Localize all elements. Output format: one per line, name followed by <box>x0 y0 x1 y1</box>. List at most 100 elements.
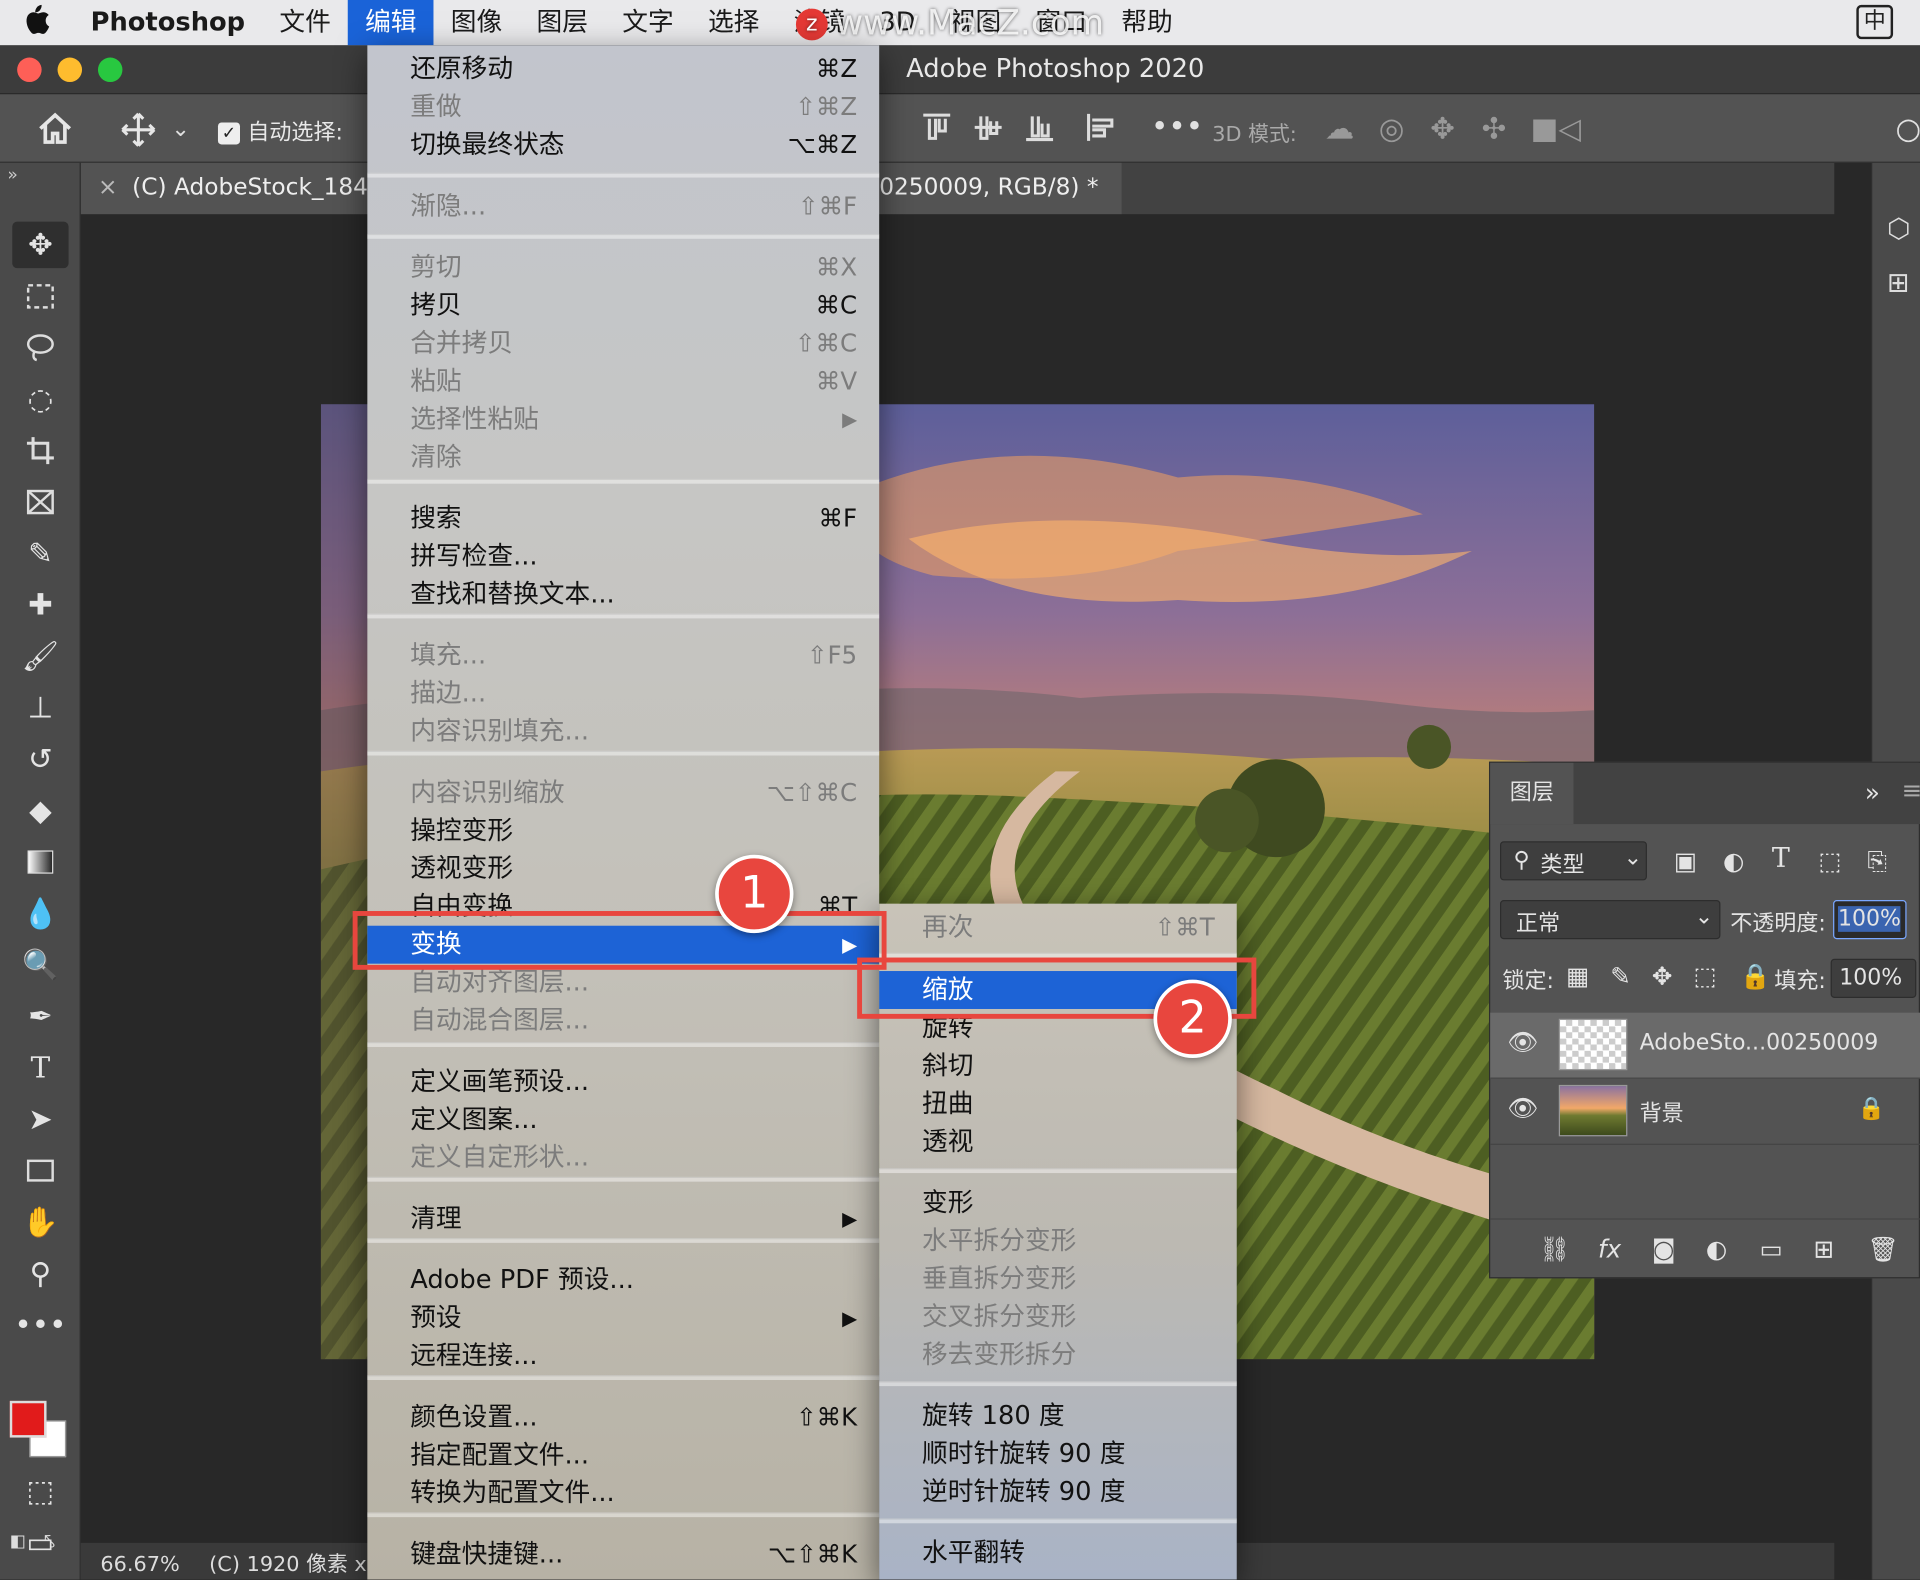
edit-menu-item[interactable]: 定义画笔预设... <box>367 1063 879 1101</box>
fx-icon[interactable]: fx <box>1598 1234 1621 1263</box>
menu-edit[interactable]: 编辑 <box>347 0 434 46</box>
filter-image-icon[interactable]: ▣ <box>1674 846 1697 875</box>
filter-type-icon[interactable]: T <box>1772 844 1790 875</box>
menu-type[interactable]: 文字 <box>605 0 691 45</box>
menu-layer[interactable]: 图层 <box>519 0 605 45</box>
edit-menu-item[interactable]: 定义图案... <box>367 1101 879 1139</box>
brush-tool[interactable]: 🖌 <box>12 633 68 680</box>
healing-brush-tool[interactable]: ✚ <box>12 582 68 629</box>
filter-smart-object-icon[interactable]: ⎘ <box>1867 846 1887 875</box>
input-method-icon[interactable]: 中 <box>1856 4 1894 40</box>
foreground-color-swatch[interactable] <box>9 1400 47 1438</box>
transform-submenu-item[interactable]: 顺时针旋转 90 度 <box>879 1435 1237 1473</box>
chevron-down-icon[interactable]: ⌄ <box>171 116 189 142</box>
edit-menu-item[interactable]: 转换为配置文件... <box>367 1474 879 1512</box>
screen-mode-tool[interactable]: ▭ <box>12 1520 68 1567</box>
clone-stamp-tool[interactable]: ⊥ <box>12 684 68 731</box>
edit-menu-item[interactable]: 清理 ▶ <box>367 1200 879 1238</box>
align-bottom-icon[interactable] <box>1024 111 1056 150</box>
eye-icon[interactable]: 👁 <box>1507 1027 1538 1056</box>
search-icon[interactable]: ○ <box>1896 111 1920 145</box>
3d-pan-icon[interactable]: ✥ <box>1430 111 1455 145</box>
apple-icon[interactable] <box>0 3 73 42</box>
checkbox-icon[interactable]: ✓ <box>217 122 241 145</box>
eye-icon[interactable]: 👁 <box>1507 1093 1538 1122</box>
path-selection-tool[interactable]: ➤ <box>12 1096 68 1143</box>
align-top-icon[interactable] <box>921 111 953 150</box>
edit-menu-item[interactable]: 拼写检查... <box>367 538 879 576</box>
close-window-button[interactable] <box>17 57 42 83</box>
transform-submenu-item[interactable]: 变形 <box>879 1184 1237 1222</box>
fill-input[interactable]: 100% <box>1830 958 1917 998</box>
opacity-input[interactable]: 100% <box>1833 900 1907 940</box>
menu-select[interactable]: 选择 <box>691 0 777 45</box>
edit-menu-item[interactable]: 拷贝 ⌘C <box>367 287 879 325</box>
pen-tool[interactable]: ✒ <box>12 993 68 1040</box>
rectangle-tool[interactable] <box>12 1147 68 1194</box>
transform-submenu-item[interactable]: 透视 <box>879 1123 1237 1161</box>
frame-tool[interactable] <box>12 479 68 526</box>
hand-tool[interactable]: ✋ <box>12 1199 68 1246</box>
menu-image[interactable]: 图像 <box>434 0 520 45</box>
edit-menu-item[interactable]: 搜索 ⌘F <box>367 500 879 538</box>
transform-submenu-item[interactable]: 扭曲 <box>879 1085 1237 1123</box>
trash-icon[interactable]: 🗑 <box>1867 1234 1898 1263</box>
transform-submenu-item[interactable]: 水平翻转 <box>879 1534 1237 1572</box>
quick-selection-tool[interactable]: ◌ <box>12 376 68 423</box>
edit-menu-item[interactable]: 切换最终状态 ⌥⌘Z <box>367 126 879 164</box>
link-icon[interactable]: ⛓ <box>1539 1234 1570 1263</box>
3d-scale-icon[interactable]: ■◁ <box>1531 111 1581 145</box>
minimize-window-button[interactable] <box>57 57 83 83</box>
edit-menu-item[interactable]: 指定配置文件... <box>367 1436 879 1474</box>
3d-panel-icon[interactable]: ⬡ <box>1887 214 1911 245</box>
edit-menu-item[interactable]: 查找和替换文本... <box>367 576 879 614</box>
edit-menu-item[interactable]: 预设 ▶ <box>367 1299 879 1337</box>
panel-menu-icon[interactable]: ≡ <box>1902 775 1920 804</box>
adjustment-icon[interactable]: ◐ <box>1706 1234 1727 1263</box>
eraser-tool[interactable]: ◆ <box>12 787 68 834</box>
filter-shape-icon[interactable]: ⬚ <box>1818 846 1841 875</box>
blur-tool[interactable]: 💧 <box>12 890 68 937</box>
more-options-icon[interactable]: ••• <box>1151 109 1203 143</box>
menu-file[interactable]: 文件 <box>262 0 348 45</box>
filter-kind-select[interactable]: ⚲ 类型 ⌄ <box>1500 841 1647 881</box>
edit-menu-item[interactable]: 操控变形 <box>367 812 879 850</box>
edit-menu-item[interactable]: 透视变形 <box>367 850 879 888</box>
move-tool[interactable]: ✥ <box>12 221 69 269</box>
expand-panel-icon[interactable]: » <box>7 165 18 185</box>
zoom-tool[interactable]: ⚲ <box>12 1250 68 1297</box>
marquee-tool[interactable] <box>12 273 68 320</box>
collapse-panel-icon[interactable]: » <box>1865 778 1880 807</box>
gradient-tool[interactable] <box>12 839 68 886</box>
properties-panel-icon[interactable]: ⊞ <box>1887 268 1910 299</box>
lock-pixels-icon[interactable]: ✎ <box>1610 961 1631 990</box>
transform-submenu-item[interactable]: 逆时针旋转 90 度 <box>879 1473 1237 1511</box>
lock-artboard-icon[interactable]: ⬚ <box>1693 961 1716 990</box>
filter-adjustment-icon[interactable]: ◐ <box>1723 846 1744 875</box>
layer-row-background[interactable]: 👁 背景 🔒 <box>1490 1079 1920 1145</box>
layers-tab[interactable]: 图层 <box>1490 762 1574 825</box>
new-layer-icon[interactable]: ⊞ <box>1813 1234 1834 1263</box>
menu-help[interactable]: 帮助 <box>1104 0 1190 45</box>
zoom-window-button[interactable] <box>97 57 123 83</box>
close-tab-icon[interactable]: × <box>98 174 117 201</box>
3d-roll-icon[interactable]: ◎ <box>1379 111 1405 145</box>
edit-menu-item[interactable]: Adobe PDF 预设... <box>367 1261 879 1299</box>
edit-menu-item[interactable]: 键盘快捷键... ⌥⇧⌘K <box>367 1536 879 1574</box>
align-left-icon[interactable] <box>1085 111 1117 150</box>
layer-row-adobestock[interactable]: 👁 AdobeSto...00250009 <box>1490 1012 1920 1079</box>
transform-submenu-item[interactable]: 旋转 180 度 <box>879 1397 1237 1435</box>
zoom-level[interactable]: 66.67% <box>100 1553 179 1577</box>
edit-toolbar-button[interactable]: ••• <box>12 1302 68 1349</box>
home-icon[interactable] <box>37 111 74 153</box>
3d-slide-icon[interactable]: ✣ <box>1482 111 1507 145</box>
edit-menu-item[interactable]: 颜色设置... ⇧⌘K <box>367 1398 879 1436</box>
crop-tool[interactable] <box>12 427 68 474</box>
blend-mode-select[interactable]: 正常 ⌄ <box>1500 900 1721 940</box>
dodge-tool[interactable]: 🔍 <box>12 942 68 989</box>
align-vcenter-icon[interactable] <box>972 111 1004 150</box>
lock-position-icon[interactable]: ✥ <box>1652 961 1673 990</box>
history-brush-tool[interactable]: ↺ <box>12 736 68 783</box>
mask-icon[interactable]: ◙ <box>1652 1234 1676 1263</box>
lasso-tool[interactable] <box>12 324 68 371</box>
